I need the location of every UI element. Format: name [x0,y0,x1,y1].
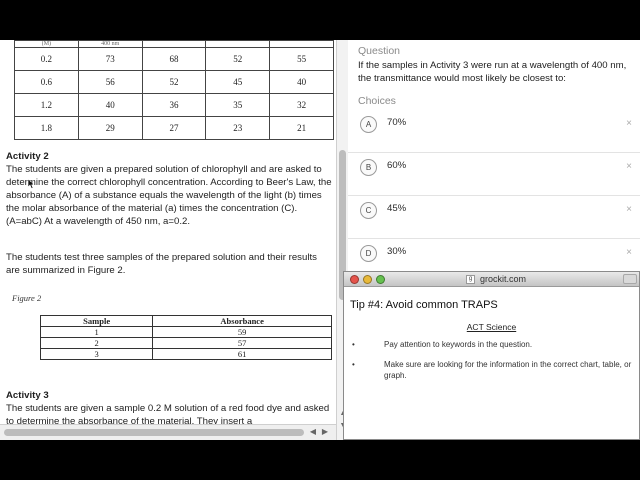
table-row: 2 57 [39,337,332,349]
table-cell: 40 [77,93,143,117]
table-cell: 40 [269,70,334,94]
bullet-icon: • [352,360,355,369]
activity-2-heading: Activity 2 [6,151,49,162]
table-row: 3 61 [39,348,332,360]
table-cell: 23 [205,116,271,140]
scrollbar-thumb[interactable] [4,429,304,436]
letterbox-top [0,0,640,40]
question-label: Question [358,45,401,57]
tip-bullet: • Make sure are looking for the informat… [352,359,632,381]
table-cell: 73 [77,47,143,71]
table-row: 1 59 [39,326,332,338]
zoom-icon[interactable] [376,275,385,284]
table-cell: 27 [141,116,207,140]
table-cell: 59 [152,326,332,338]
table-cell: 0.6 [14,70,79,94]
table-cell: 32 [269,93,334,117]
table-cell: 1 [39,326,154,338]
table-row: 0.6 56 52 45 40 [14,70,334,94]
tip-subject: ACT Science [466,322,517,332]
table-cell: 61 [152,348,332,360]
table-cell: 57 [152,337,332,349]
table-cell: 3 [39,348,154,360]
table-cell: 35 [205,93,271,117]
letterbox-bottom [0,440,640,480]
passage-pane: (M) 400 nm 0.2 73 68 52 55 0.6 56 52 45 … [0,40,336,424]
bullet-icon: • [352,340,355,349]
table-cell: 29 [77,116,143,140]
scroll-right-icon[interactable]: ▶ [320,427,330,437]
table-row: (M) 400 nm [14,40,334,48]
choice-letter-bubble[interactable]: C [360,202,377,219]
tip-bullet-text: Pay attention to keywords in the questio… [384,340,533,349]
table-cell: 1.8 [14,116,79,140]
choice-text[interactable]: 30% [387,246,406,257]
horizontal-scrollbar[interactable]: ◀ ▶ [0,424,336,440]
table-cell: 55 [269,47,334,71]
activity-2-paragraph-2: The students test three samples of the p… [6,252,317,276]
table-cell: (M) [14,40,79,48]
table-cell: 68 [141,47,207,71]
figure-2-label: Figure 2 [12,293,42,303]
toolbar-toggle-icon[interactable] [623,274,637,284]
table-cell: 21 [269,116,334,140]
tip-content: Tip #4: Avoid common TRAPS ACT Science •… [344,287,639,439]
table-cell: 400 nm [77,40,143,48]
table-cell: 2 [39,337,154,349]
table-row: 1.8 29 27 23 21 [14,116,334,140]
dismiss-choice-icon[interactable]: × [626,204,632,215]
table-row: 1.2 40 36 35 32 [14,93,334,117]
data-table-2: Sample Absorbance 1 59 2 57 3 61 [39,315,332,360]
choice-text[interactable]: 45% [387,203,406,214]
choice-text[interactable]: 60% [387,160,406,171]
data-table-1: (M) 400 nm 0.2 73 68 52 55 0.6 56 52 45 … [14,40,334,140]
table-header-row: Sample Absorbance [39,315,332,327]
choice-letter-bubble[interactable]: A [360,116,377,133]
table-cell: 52 [205,47,271,71]
minimize-icon[interactable] [363,275,372,284]
window-domain: grockit.com [480,274,527,284]
question-text: If the samples in Activity 3 were run at… [358,60,627,84]
column-header: Sample [39,315,154,327]
table-cell: 56 [77,70,143,94]
tip-title: Tip #4: Avoid common TRAPS [350,299,498,311]
window-titlebar[interactable]: g grockit.com [344,272,639,287]
dismiss-choice-icon[interactable]: × [626,118,632,129]
activity-2-paragraph: The students are given a prepared soluti… [6,164,332,227]
dismiss-choice-icon[interactable]: × [626,161,632,172]
activity-3-paragraph: The students are given a sample 0.2 M so… [6,403,330,424]
site-favicon-icon: g [466,275,475,284]
table-row: 0.2 73 68 52 55 [14,47,334,71]
scroll-left-icon[interactable]: ◀ [308,427,318,437]
dismiss-choice-icon[interactable]: × [626,247,632,258]
table-cell [269,40,334,48]
choice-letter-bubble[interactable]: B [360,159,377,176]
choice-text[interactable]: 70% [387,117,406,128]
choices-label: Choices [358,95,396,107]
choice-b[interactable]: B 60% × [348,153,640,196]
table-cell: 1.2 [14,93,79,117]
choice-c[interactable]: C 45% × [348,196,640,239]
tip-bullet: • Pay attention to keywords in the quest… [352,339,632,350]
choice-a[interactable]: A 70% × [348,110,640,153]
choice-letter-bubble[interactable]: D [360,245,377,262]
column-header: Absorbance [152,315,332,327]
table-cell: 36 [141,93,207,117]
table-cell: 45 [205,70,271,94]
table-cell [141,40,207,48]
tip-bullet-text: Make sure are looking for the informatio… [384,360,632,380]
tip-popup-window[interactable]: g grockit.com Tip #4: Avoid common TRAPS… [343,271,640,440]
table-cell: 52 [141,70,207,94]
activity-3-heading: Activity 3 [6,390,49,401]
table-cell: 0.2 [14,47,79,71]
table-cell [205,40,271,48]
close-icon[interactable] [350,275,359,284]
